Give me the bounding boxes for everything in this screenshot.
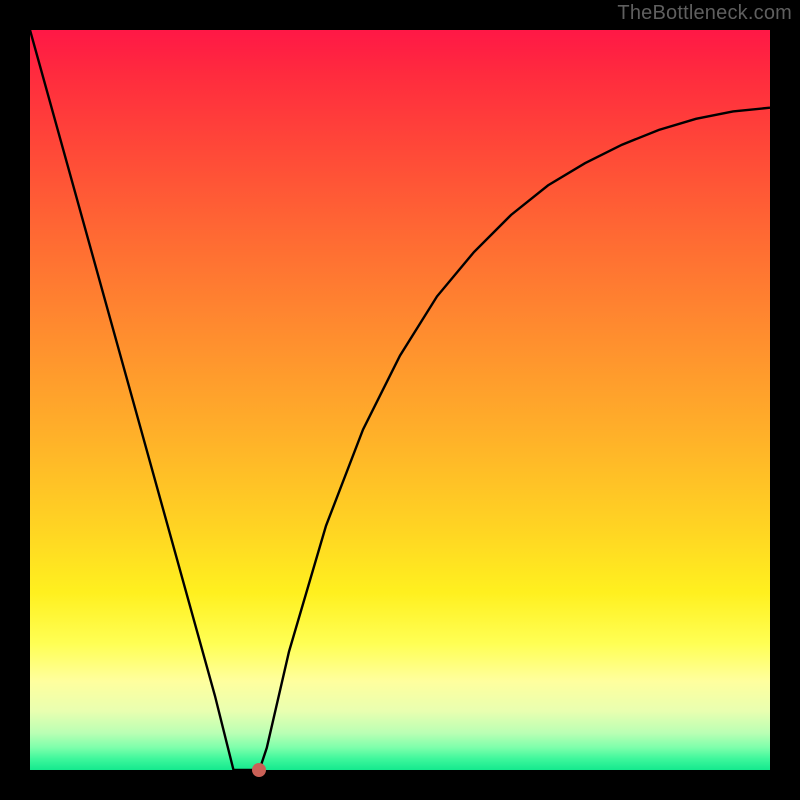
bottleneck-curve: [30, 30, 770, 770]
minimum-marker: [252, 763, 266, 777]
watermark-text: TheBottleneck.com: [617, 2, 792, 25]
curve-path: [30, 30, 770, 770]
chart-frame: TheBottleneck.com: [0, 0, 800, 800]
